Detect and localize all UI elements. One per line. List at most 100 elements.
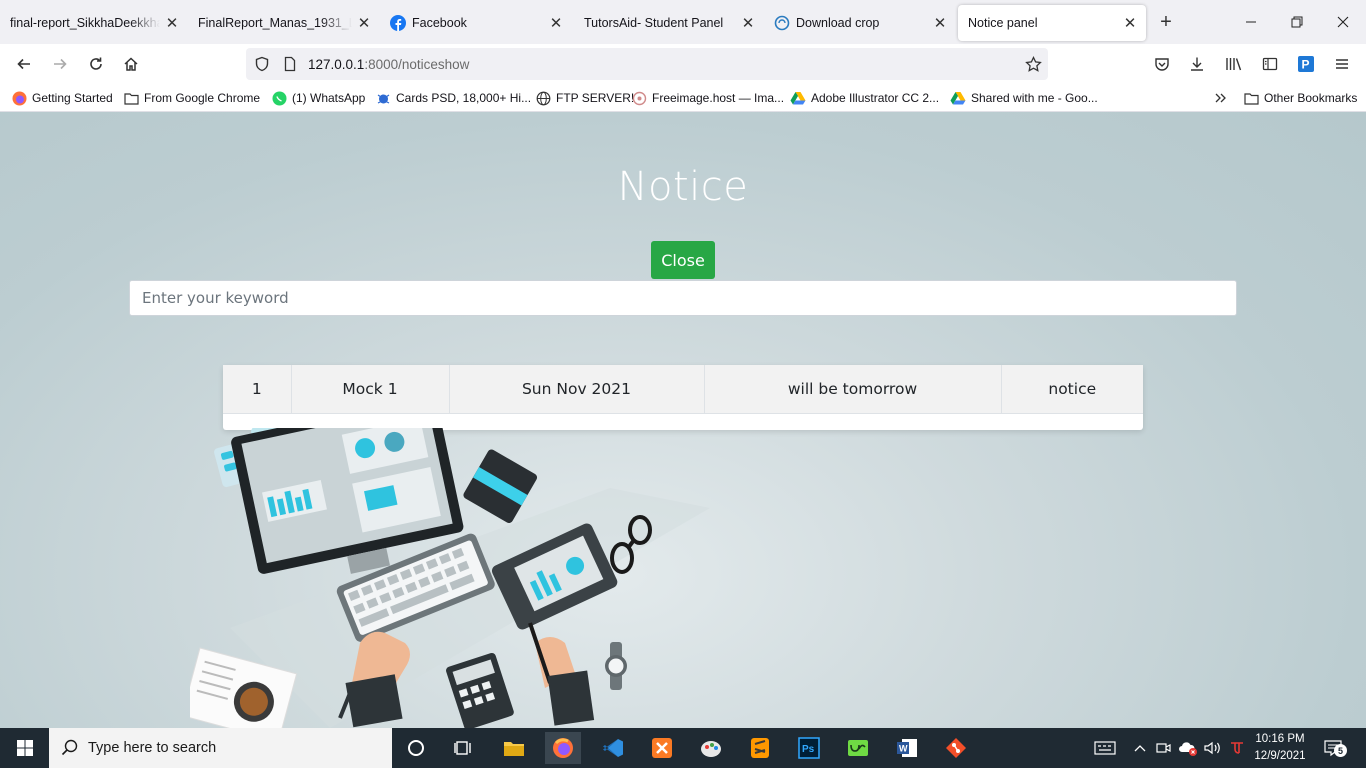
- bookmark-whatsapp[interactable]: (1) WhatsApp: [271, 90, 365, 106]
- notification-count-badge: 5: [1334, 744, 1347, 757]
- pocket-button[interactable]: [1148, 50, 1176, 78]
- tab-title: final-report_SikkhaDeekkha.p: [10, 16, 160, 30]
- bookmark-adobe-illustrator[interactable]: Adobe Illustrator CC 2...: [790, 90, 939, 106]
- sublime-text-icon: [751, 738, 769, 758]
- taskbar-paint-app[interactable]: [693, 732, 729, 764]
- extension-button[interactable]: P: [1292, 50, 1320, 78]
- tab-download-crop[interactable]: Download crop ✕: [764, 5, 956, 41]
- speaker-icon: [1204, 741, 1220, 755]
- bangla-keyboard-icon: [1231, 742, 1243, 754]
- bookmark-label: Getting Started: [32, 91, 113, 105]
- folder-icon: [504, 742, 524, 756]
- back-button[interactable]: [10, 50, 38, 78]
- globe-icon: [535, 90, 551, 106]
- meet-now-button[interactable]: [1156, 738, 1172, 758]
- volume-button[interactable]: [1204, 738, 1222, 758]
- taskbar-firefox[interactable]: [545, 732, 581, 764]
- touch-keyboard-button[interactable]: [1094, 738, 1116, 758]
- taskbar-search-placeholder: Type here to search: [88, 740, 217, 756]
- tab-notice-panel[interactable]: Notice panel ✕: [958, 5, 1146, 41]
- close-icon[interactable]: ✕: [356, 15, 372, 32]
- clock-date: 12/9/2021: [1254, 750, 1306, 762]
- close-icon[interactable]: ✕: [932, 15, 948, 32]
- network-status-button[interactable]: [1178, 738, 1198, 758]
- taskbar-git[interactable]: [938, 732, 974, 764]
- git-icon: [946, 738, 966, 758]
- star-icon[interactable]: [1025, 56, 1042, 73]
- close-icon: [1337, 16, 1349, 28]
- menu-button[interactable]: [1328, 50, 1356, 78]
- bookmark-label: Shared with me - Goo...: [971, 91, 1098, 105]
- tab-final-report-manas[interactable]: FinalReport_Manas_1931_Lear ✕: [188, 5, 380, 41]
- chevron-up-icon: [1134, 745, 1146, 752]
- taskbar-word[interactable]: W: [889, 732, 925, 764]
- close-icon[interactable]: ✕: [548, 15, 564, 32]
- shield-icon[interactable]: [254, 56, 270, 72]
- bookmark-cards-psd[interactable]: Cards PSD, 18,000+ Hi...: [375, 90, 531, 106]
- navigation-bar: 127.0.0.1:8000/noticeshow P: [0, 44, 1366, 84]
- freeimage-icon: [631, 90, 647, 106]
- bookmark-getting-started[interactable]: Getting Started: [11, 90, 113, 106]
- xampp-icon: [652, 738, 672, 758]
- taskbar-upwork[interactable]: [840, 732, 876, 764]
- home-button[interactable]: [117, 50, 145, 78]
- task-view-button[interactable]: [446, 732, 482, 764]
- restore-button[interactable]: [1274, 0, 1320, 44]
- tab-strip: final-report_SikkhaDeekkha.p ✕ FinalRepo…: [0, 0, 1366, 44]
- cloud-error-icon: [1179, 742, 1197, 756]
- search-input[interactable]: [129, 280, 1237, 316]
- bookmark-freeimage[interactable]: Freeimage.host — Ima...: [631, 90, 784, 106]
- minimize-button[interactable]: [1228, 0, 1274, 44]
- address-bar[interactable]: 127.0.0.1:8000/noticeshow: [246, 48, 1048, 80]
- close-icon[interactable]: ✕: [1122, 15, 1138, 32]
- folder-icon: [1243, 90, 1259, 106]
- bookmark-label: Other Bookmarks: [1264, 91, 1358, 105]
- taskbar-photoshop[interactable]: Ps: [791, 732, 827, 764]
- page-icon[interactable]: [282, 56, 298, 72]
- forward-button[interactable]: [46, 50, 74, 78]
- library-button[interactable]: [1220, 50, 1248, 78]
- facebook-icon: [390, 15, 406, 31]
- google-drive-icon: [790, 90, 806, 106]
- tab-facebook[interactable]: Facebook ✕: [380, 5, 572, 41]
- page-content: Notice Close 1 Mock 1 Sun Nov 2021 will …: [0, 112, 1366, 728]
- tab-tutorsaid[interactable]: TutorsAid- Student Panel ✕: [572, 5, 764, 41]
- firefox-icon: [11, 90, 27, 106]
- hamburger-menu-icon: [1336, 59, 1348, 69]
- bookmark-folder-other[interactable]: Other Bookmarks: [1243, 90, 1357, 106]
- notice-table-card: 1 Mock 1 Sun Nov 2021 will be tomorrow n…: [223, 365, 1143, 430]
- close-icon[interactable]: ✕: [164, 15, 180, 32]
- arrow-right-icon: [54, 58, 67, 70]
- home-icon: [124, 57, 138, 71]
- start-button[interactable]: [6, 732, 44, 764]
- taskbar-xampp[interactable]: [644, 732, 680, 764]
- bookmark-ftp-server[interactable]: FTP SERVER!: [535, 90, 634, 106]
- upwork-icon: [848, 740, 868, 756]
- tab-final-report[interactable]: final-report_SikkhaDeekkha.p ✕: [0, 5, 188, 41]
- show-hidden-icons-button[interactable]: [1132, 738, 1148, 758]
- notifications-button[interactable]: 5: [1322, 738, 1347, 758]
- bookmark-label: Adobe Illustrator CC 2...: [811, 91, 940, 105]
- taskbar-search-box[interactable]: Type here to search: [49, 728, 392, 768]
- bookmark-shared-with-me[interactable]: Shared with me - Goo...: [950, 90, 1098, 106]
- taskbar-file-explorer[interactable]: [496, 732, 532, 764]
- close-icon[interactable]: ✕: [740, 15, 756, 32]
- taskbar-sublime[interactable]: [742, 732, 778, 764]
- bookmark-folder-google-chrome[interactable]: From Google Chrome: [123, 90, 260, 106]
- restore-icon: [1291, 16, 1303, 28]
- close-button[interactable]: Close: [651, 241, 715, 279]
- tab-title: TutorsAid- Student Panel: [584, 16, 724, 30]
- new-tab-button[interactable]: +: [1152, 8, 1180, 36]
- reload-button[interactable]: [82, 50, 110, 78]
- language-button[interactable]: [1228, 738, 1246, 758]
- taskbar-vscode[interactable]: [595, 732, 631, 764]
- bookmarks-overflow-button[interactable]: [1213, 90, 1234, 106]
- downloads-button[interactable]: [1183, 50, 1211, 78]
- palette-icon: [701, 741, 721, 757]
- cortana-icon: [408, 740, 424, 756]
- system-clock[interactable]: 10:16 PM 12/9/2021: [1250, 731, 1310, 765]
- sidebar-button[interactable]: [1256, 50, 1284, 78]
- close-window-button[interactable]: [1320, 0, 1366, 44]
- bookmark-label: FTP SERVER!: [556, 91, 635, 105]
- cortana-button[interactable]: [398, 732, 434, 764]
